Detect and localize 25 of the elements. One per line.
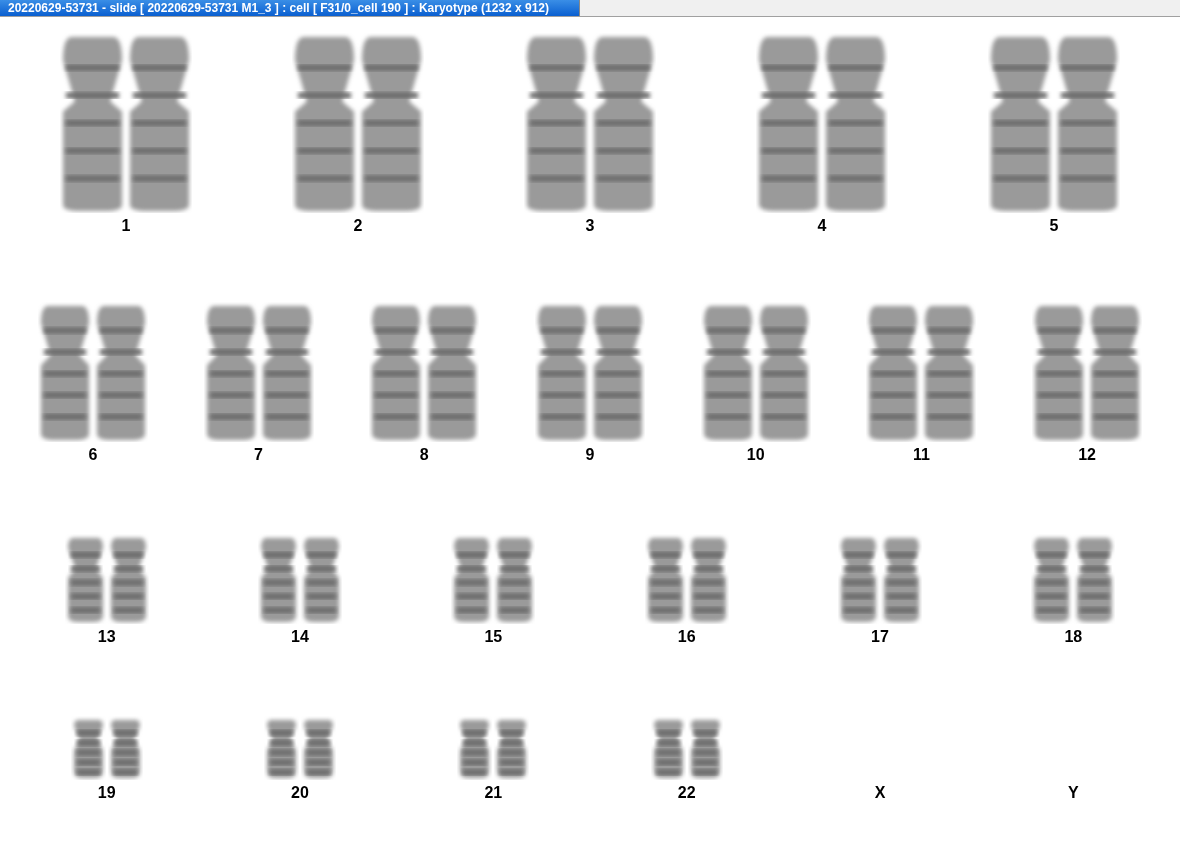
chromosome-number: 8 [419,446,429,464]
chromosome-number: 22 [677,784,696,802]
chromosome-number: 19 [97,784,116,802]
chromosome-number: 5 [1049,217,1059,235]
chromosome-number: 11 [912,446,930,464]
chromosome-number: 7 [254,446,263,464]
chromosome-number: 20 [291,784,309,802]
chromosome-number: X [874,784,886,802]
chromosome-number: 1 [121,217,131,235]
chromosome-number: 10 [746,446,765,464]
chromosome-number: Y [1067,784,1079,802]
chromosome-number: 13 [97,628,116,646]
chromosome-number: 4 [817,217,827,235]
chromosome-number: 14 [291,628,309,646]
chromosome-number: 16 [677,628,696,646]
chromosome-number: 15 [484,628,503,646]
chromosome-number: 3 [585,217,595,235]
chromosome-number: 17 [871,628,889,646]
window-title: 20220629-53731 - slide [ 20220629-53731 M1_3 ] : cell [ F31/0_cell 190 ] : Karyotype (1232 x 912) [0,0,580,16]
chromosome-number: 12 [1078,446,1096,464]
chromosome-number: 18 [1064,628,1083,646]
chromosome-number: 9 [585,446,595,464]
chromosome-number: 2 [353,217,363,235]
chromosome-number: 21 [484,784,503,802]
chromosome-number: 6 [88,446,98,464]
